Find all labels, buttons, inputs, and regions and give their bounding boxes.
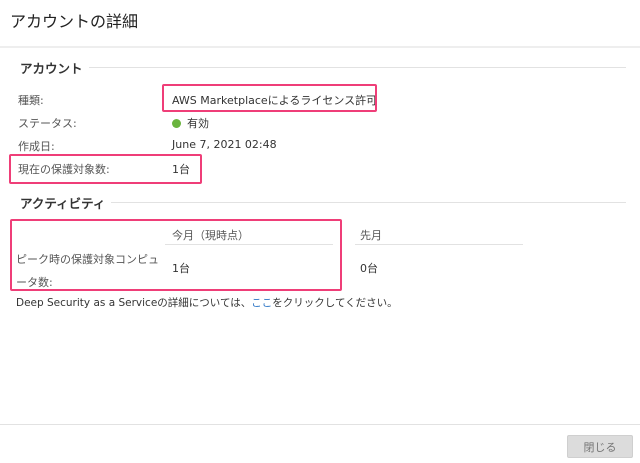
status-dot-icon bbox=[172, 119, 181, 128]
type-label: 種類: bbox=[18, 94, 44, 107]
status-value: 有効 bbox=[172, 115, 209, 131]
col-last-month: 先月 bbox=[360, 229, 382, 242]
footer-divider bbox=[0, 424, 640, 425]
status-label: ステータス: bbox=[18, 117, 77, 130]
last-month-value: 0台 bbox=[360, 262, 378, 275]
footer-text-after: をクリックしてください。 bbox=[272, 297, 398, 309]
activity-highlight bbox=[10, 219, 342, 291]
col-last-month-line bbox=[355, 244, 523, 245]
account-section-line bbox=[20, 67, 626, 68]
close-button[interactable]: 閉じる bbox=[567, 435, 633, 458]
header-divider bbox=[0, 46, 640, 48]
type-highlight bbox=[162, 84, 377, 112]
account-heading: アカウント bbox=[20, 58, 89, 77]
footer-text: Deep Security as a Serviceの詳細については、ここをクリ… bbox=[16, 295, 398, 310]
created-label: 作成日: bbox=[18, 140, 55, 153]
details-link[interactable]: ここ bbox=[251, 297, 272, 309]
status-text: 有効 bbox=[187, 117, 209, 130]
protected-highlight bbox=[9, 154, 202, 184]
created-value: June 7, 2021 02:48 bbox=[172, 138, 277, 151]
dialog-title: アカウントの詳細 bbox=[10, 12, 139, 31]
activity-heading: アクティビティ bbox=[20, 193, 112, 212]
footer-text-before: Deep Security as a Serviceの詳細については、 bbox=[16, 297, 252, 309]
